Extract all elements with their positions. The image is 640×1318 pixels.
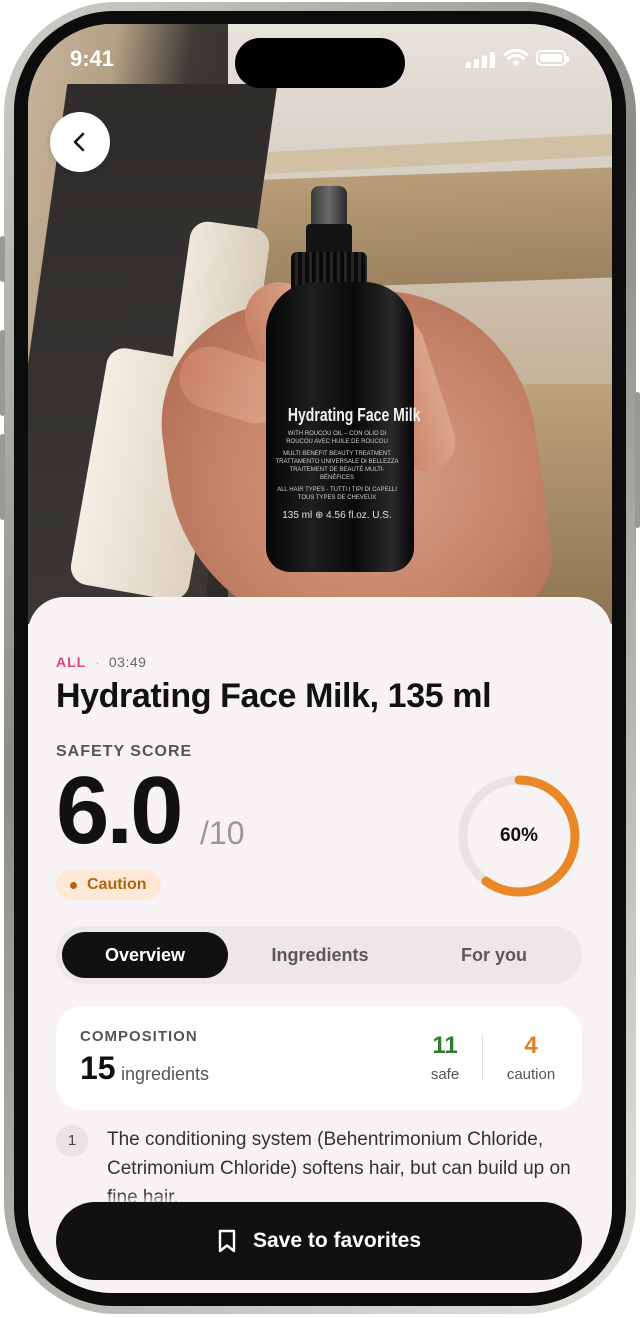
safe-stat: 11 safe xyxy=(420,1032,470,1083)
badge-dot-icon xyxy=(70,881,77,889)
list-item-number: 1 xyxy=(56,1125,88,1157)
caution-stat: 4 caution xyxy=(496,1032,566,1083)
meta-separator: · xyxy=(95,654,100,670)
bottle-label: Hydrating Face Milk WITH ROUCOU OIL – CO… xyxy=(275,405,421,521)
product-photo: Hydrating Face Milk WITH ROUCOU OIL – CO… xyxy=(28,24,612,624)
status-bar: 9:41 xyxy=(28,24,612,94)
status-badge: Caution xyxy=(56,870,161,900)
status-time: 9:41 xyxy=(70,46,115,71)
save-to-favorites-button[interactable]: Save to favorites xyxy=(56,1202,582,1280)
app-screen: Hydrating Face Milk WITH ROUCOU OIL – CO… xyxy=(28,24,612,1293)
safety-percent: 60% xyxy=(499,825,539,846)
composition-label: COMPOSITION xyxy=(80,1028,198,1045)
chevron-left-icon xyxy=(73,132,85,152)
safe-label: safe xyxy=(430,1066,460,1083)
battery-icon xyxy=(536,50,569,66)
scan-timestamp: 03:49 xyxy=(108,654,147,670)
wifi-icon xyxy=(504,49,528,66)
tab-ingredients[interactable]: Ingredients xyxy=(238,932,402,978)
power-button xyxy=(635,392,640,528)
safe-count: 11 xyxy=(432,1032,458,1059)
caution-label: caution xyxy=(506,1066,556,1083)
tab-overview[interactable]: Overview xyxy=(62,932,228,978)
volume-up-button xyxy=(0,330,5,416)
product-title: Hydrating Face Milk, 135 ml xyxy=(56,677,492,715)
tab-for-you[interactable]: For you xyxy=(412,932,576,978)
save-button-label: Save to favorites xyxy=(252,1229,422,1252)
composition-card: COMPOSITION 15 ingredients 11 safe 4 cau… xyxy=(56,1006,582,1110)
stat-divider xyxy=(482,1034,483,1080)
dynamic-island xyxy=(235,38,405,88)
bookmark-icon xyxy=(218,1229,236,1253)
ingredient-count: 15 xyxy=(80,1050,116,1086)
safety-score-max: /10 xyxy=(200,815,245,851)
safety-score-value: 6.0 xyxy=(56,757,183,864)
status-badge-label: Caution xyxy=(87,876,147,893)
action-button xyxy=(0,236,5,282)
product-details-sheet: ALL · 03:49 Hydrating Face Milk, 135 ml SA… xyxy=(28,597,612,1293)
tab-bar: Overview Ingredients For you xyxy=(56,926,582,984)
caution-count: 4 xyxy=(524,1032,538,1059)
scan-meta: ALL · 03:49 xyxy=(56,654,146,670)
category-label: ALL xyxy=(56,654,87,670)
volume-down-button xyxy=(0,434,5,520)
back-button[interactable] xyxy=(50,112,110,172)
ingredient-count-label: ingredients xyxy=(121,1064,210,1084)
cellular-signal-icon xyxy=(466,52,495,68)
